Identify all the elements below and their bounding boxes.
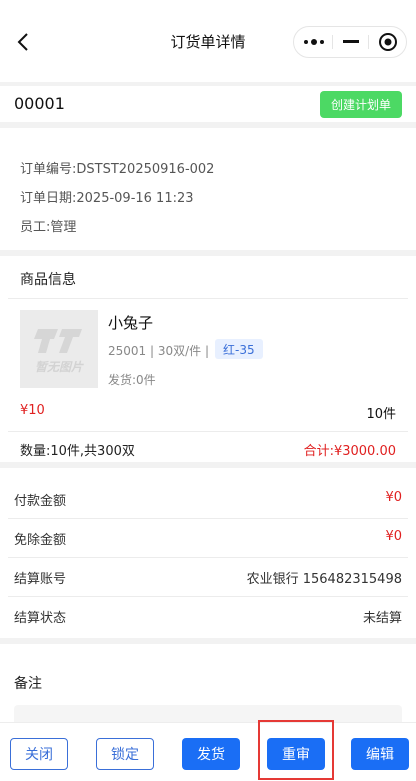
waived-amount-label: 免除金额 [14, 533, 67, 548]
placeholder-text: 暂无图片 [35, 360, 84, 374]
settlement-status-value: 未结算 [362, 611, 402, 626]
minimize-button[interactable] [331, 27, 371, 57]
product-shipped: 发货:0件 [108, 373, 156, 387]
payment-amount-value: ¥0 [385, 490, 402, 505]
payment-amount-label: 付款金额 [14, 494, 67, 509]
settlement-account-value: 农业银行 156482315498 [246, 572, 402, 587]
nav-header: 订货单详情 [0, 0, 416, 82]
order-code: 00001 [14, 94, 65, 113]
divider [8, 518, 408, 519]
lock-button[interactable]: 锁定 [96, 738, 154, 770]
close-order-button[interactable]: 关闭 [10, 738, 68, 770]
edit-button[interactable]: 编辑 [351, 738, 409, 770]
order-number: 订单编号:DSTST20250916-002 [20, 162, 215, 177]
mini-program-capsule [293, 26, 407, 58]
close-miniprogram-button[interactable] [368, 27, 408, 57]
order-detail-page: 订货单详情 00001 创建计划单 订单编号:DSTST20250916-002… [0, 0, 416, 781]
product-image-placeholder: 暂无图片 [20, 310, 98, 388]
waived-amount-value: ¥0 [385, 529, 402, 544]
divider [8, 557, 408, 558]
create-plan-button[interactable]: 创建计划单 [320, 91, 402, 118]
product-name: 小兔子 [108, 314, 154, 332]
product-meta: 25001 | 30双/件 | [108, 344, 210, 358]
more-button[interactable] [294, 27, 334, 57]
divider [8, 298, 408, 299]
settlement-account-label: 结算账号 [14, 572, 67, 587]
bottom-action-bar: 关闭 锁定 发货 重审 编辑 [0, 722, 416, 781]
product-price: ¥10 [20, 403, 45, 418]
goods-summary: 数量:10件,共300双 [20, 444, 135, 459]
goods-total: 合计:¥3000.00 [303, 444, 396, 459]
order-date: 订单日期:2025-09-16 11:23 [20, 191, 194, 206]
product-count: 10件 [366, 407, 396, 422]
remark-title: 备注 [14, 676, 42, 692]
goods-section-title: 商品信息 [20, 272, 76, 288]
order-staff: 员工:管理 [20, 220, 77, 235]
no-image-icon: 暂无图片 [34, 329, 84, 374]
settlement-status-label: 结算状态 [14, 611, 67, 626]
divider [8, 431, 408, 432]
ship-button[interactable]: 发货 [182, 738, 240, 770]
target-icon [379, 33, 397, 51]
product-spec-tag: 红-35 [215, 339, 263, 359]
minus-icon [343, 40, 359, 43]
divider [8, 596, 408, 597]
review-highlight-box [258, 720, 334, 780]
dots-icon [304, 39, 324, 45]
